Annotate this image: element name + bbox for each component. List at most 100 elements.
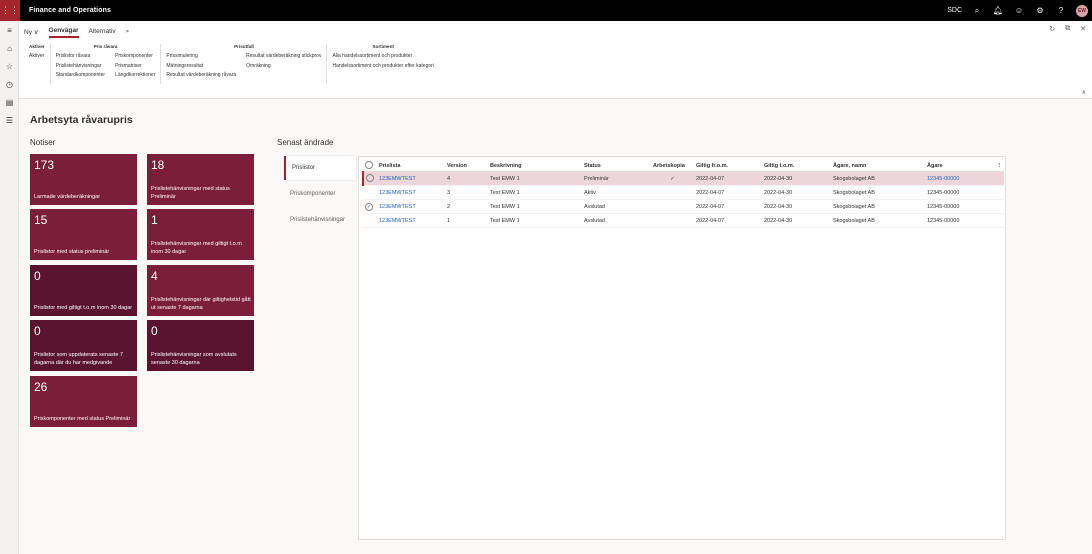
cell-prislista[interactable]: 123EMWTEST	[377, 185, 445, 200]
action-prissimulering[interactable]: Prissimulering	[166, 53, 236, 59]
tile-count: 0	[34, 324, 41, 338]
action-handelssortiment-efter-kategori[interactable]: Handelssortiment och produkter efter kat…	[332, 63, 433, 69]
cell-prislista[interactable]: 123EMWTEST	[377, 199, 445, 214]
star-icon[interactable]: ☆	[0, 57, 19, 75]
more-options-icon[interactable]: ⋮	[994, 161, 1004, 172]
notifications-icon[interactable]: 🔔︎	[992, 6, 1004, 15]
tile-larmade-vardeberakningar[interactable]: 173 Larmade värdeberäkningar	[30, 154, 137, 205]
column-header-giltig-tom[interactable]: Giltig t.o.m.	[762, 161, 831, 172]
close-icon[interactable]: ✕	[1080, 25, 1086, 33]
tab-prislistor[interactable]: Prislistor	[284, 156, 356, 180]
company-picker[interactable]: SDC	[947, 7, 962, 14]
action-resultat-vardeberakning-stickprov[interactable]: Resultat värdeberäkning stickprov	[246, 53, 321, 59]
list-icon[interactable]: ☰	[0, 111, 19, 129]
help-icon[interactable]: ?	[1055, 6, 1067, 15]
action-standardkomponenter[interactable]: Standardkomponenter	[56, 72, 105, 78]
cell-prislista[interactable]: 123EMWTEST	[377, 213, 445, 228]
top-bar: ⋮⋮ Finance and Operations SDC ⌕ 🔔︎ ☺ ⚙ ?…	[0, 0, 1092, 21]
tile-count: 1	[151, 213, 158, 227]
cell-agare-namn: Skogsbolaget AB	[831, 199, 925, 214]
row-select-checkbox[interactable]	[362, 171, 377, 186]
collapse-icon[interactable]: ∧	[1082, 89, 1086, 96]
group-title: Prisutfall	[234, 44, 254, 49]
cell-giltig-tom: 2022-04-30	[762, 213, 831, 228]
open-new-window-icon[interactable]: ⧉	[1065, 25, 1070, 33]
waffle-icon[interactable]: ⋮⋮	[0, 0, 20, 21]
avatar[interactable]: EW	[1076, 4, 1088, 17]
column-header-agare[interactable]: Ägare	[925, 161, 995, 172]
action-prislistor-ravara[interactable]: Prislistor råvara	[56, 53, 105, 59]
tile-prislistehanvisningar-avslutade[interactable]: 0 Prislistehänvisningar som avslutats se…	[147, 320, 254, 371]
cell-beskrivning: Test EMW 1	[488, 171, 582, 186]
action-alla-handelssortiment[interactable]: Alla handelssortiment och produkter	[332, 53, 433, 59]
tile-label: Prislistehänvisningar med giltigt t.o.m …	[151, 241, 242, 255]
clock-icon[interactable]: ◷	[0, 75, 19, 93]
group-pris-ravara: Pris råvara Prislistor råvara Prislisteh…	[51, 44, 162, 84]
cell-arbetskopia: ✓	[651, 171, 694, 186]
home-icon[interactable]: ⌂	[0, 39, 19, 57]
action-aktiver[interactable]: Aktiver	[29, 53, 45, 59]
gear-icon[interactable]: ⚙	[1034, 6, 1046, 15]
tile-label: Priskomponenter med status Preliminär	[34, 415, 131, 422]
cell-beskrivning: Test EMW 1	[488, 199, 582, 214]
cell-prislista[interactable]: 123EMWTEST	[377, 171, 445, 186]
search-icon[interactable]: ⌕	[126, 26, 130, 38]
column-header-prislista[interactable]: Prislista	[377, 161, 445, 172]
tab-priskomponenter[interactable]: Priskomponenter	[284, 182, 356, 206]
cell-giltig-from: 2022-04-07	[694, 213, 762, 228]
row-select-checkbox[interactable]	[363, 213, 377, 228]
tile-label: Prislistor med status preliminär	[34, 248, 110, 255]
action-matningsresultat[interactable]: Mätningsresultat	[166, 63, 236, 69]
workspace-icon[interactable]: ▤	[0, 93, 19, 111]
tile-count: 173	[34, 158, 55, 172]
cell-giltig-tom: 2022-04-30	[762, 171, 831, 186]
tile-prislistehanvisningar-preliminar[interactable]: 18 Prislistehänvisningar med status Prel…	[147, 154, 254, 205]
tile-prislistor-giltigt-30[interactable]: 0 Prislistor med giltigt t.o.m inom 30 d…	[30, 265, 137, 316]
refresh-icon[interactable]: ↻	[1049, 25, 1055, 33]
tile-priskomponenter-preliminar[interactable]: 26 Priskomponenter med status Preliminär	[30, 376, 137, 427]
column-header-beskrivning[interactable]: Beskrivning	[488, 161, 582, 172]
tile-prislistor-uppdaterade[interactable]: 0 Prislistor som uppdaterats senaste 7 d…	[30, 320, 137, 371]
tile-prislistehanvisningar-utgangna[interactable]: 4 Prislistehänvisningar där giltighetsti…	[147, 265, 254, 316]
tab-alternativ[interactable]: Alternativ	[89, 26, 116, 37]
tile-prislistor-preliminar[interactable]: 15 Prislistor med status preliminär	[30, 209, 137, 260]
tile-prislistehanvisningar-giltigt-30[interactable]: 1 Prislistehänvisningar med giltigt t.o.…	[147, 209, 254, 260]
smiley-icon[interactable]: ☺	[1013, 6, 1025, 15]
group-prisutfall: Prisutfall Prissimulering Mätningsresult…	[161, 44, 328, 84]
action-omrakning[interactable]: Omräkning	[246, 63, 321, 69]
tile-count: 18	[151, 158, 165, 172]
column-header-version[interactable]: Version	[445, 161, 488, 172]
cell-agare-namn: Skogsbolaget AB	[831, 185, 925, 200]
tile-count: 15	[34, 213, 48, 227]
action-prislistehanvisningar[interactable]: Prislistehänvisningar	[56, 63, 105, 69]
table-row[interactable]: ✓ 123EMWTEST 2 Test EMW 1 Avslutad 2022-…	[363, 199, 1004, 214]
action-resultat-vardeberakning-ravara[interactable]: Resultat värdeberäkning råvara	[166, 72, 236, 78]
tab-prislistehanvisningar[interactable]: Prislistehänvisningar	[284, 208, 356, 232]
column-header-agare-namn[interactable]: Ägare, namn	[831, 161, 925, 172]
action-prismatriser[interactable]: Prismatriser	[115, 63, 155, 69]
search-icon[interactable]: ⌕	[971, 6, 983, 16]
cell-status: Avslutad	[582, 199, 651, 214]
notices-header: Notiser	[30, 138, 56, 147]
table-row[interactable]: 123EMWTEST 4 Test EMW 1 Preliminär ✓ 202…	[362, 171, 1004, 186]
row-select-checkbox[interactable]	[363, 185, 377, 200]
new-button[interactable]: Ny ∨	[24, 26, 39, 38]
select-all-checkbox[interactable]	[363, 161, 377, 172]
column-header-arbetskopia[interactable]: Arbetskopia	[651, 161, 694, 172]
column-header-giltig-from[interactable]: Giltig fr.o.m.	[694, 161, 762, 172]
action-priskomponenter[interactable]: Priskomponenter	[115, 53, 155, 59]
group-aktiver: Aktiver Aktiver	[24, 44, 51, 84]
cell-version: 2	[445, 199, 488, 214]
tile-count: 4	[151, 269, 158, 283]
hamburger-icon[interactable]: ≡	[0, 21, 19, 39]
cell-beskrivning: Test EMW 1	[488, 213, 582, 228]
action-langdkorrektioner[interactable]: Längdkorrektioner	[115, 72, 155, 78]
cell-arbetskopia	[651, 213, 694, 228]
cell-agare[interactable]: 12345-00000	[925, 171, 995, 186]
table-row[interactable]: 123EMWTEST 3 Test EMW 1 Aktiv 2022-04-07…	[363, 185, 1004, 200]
row-select-checkbox[interactable]: ✓	[363, 199, 377, 214]
cell-giltig-from: 2022-04-07	[694, 185, 762, 200]
column-header-status[interactable]: Status	[582, 161, 651, 172]
table-row[interactable]: 123EMWTEST 1 Test EMW 1 Avslutad 2022-04…	[363, 213, 1004, 228]
tab-genvagar[interactable]: Genvägar	[48, 25, 79, 38]
